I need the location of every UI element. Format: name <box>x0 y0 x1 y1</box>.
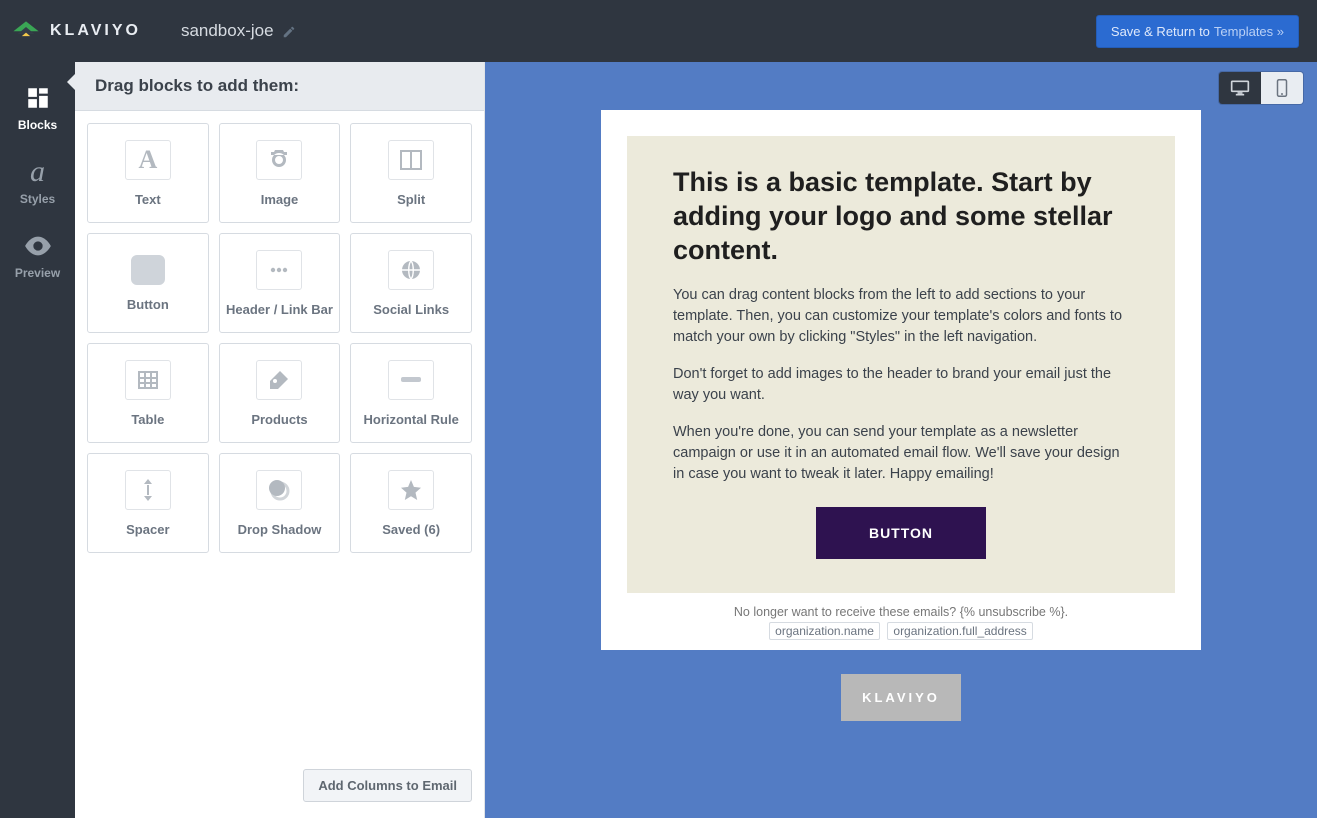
spacer-icon <box>125 470 171 510</box>
image-icon <box>256 140 302 180</box>
canvas[interactable]: This is a basic template. Start by addin… <box>485 62 1317 818</box>
brand-logo: KLAVIYO <box>12 20 141 42</box>
tile-label: Button <box>127 297 169 312</box>
tile-label: Spacer <box>126 522 169 537</box>
drop-shadow-icon <box>256 470 302 510</box>
header-link-bar-icon <box>256 250 302 290</box>
rail-item-label: Styles <box>0 192 75 206</box>
block-tile-image[interactable]: Image <box>219 123 341 223</box>
tile-label: Social Links <box>373 302 449 317</box>
org-address-chip[interactable]: organization.full_address <box>887 622 1032 640</box>
block-tile-header-link-bar[interactable]: Header / Link Bar <box>219 233 341 333</box>
block-tile-button[interactable]: Button <box>87 233 209 333</box>
text-icon: A <box>125 140 171 180</box>
view-desktop-button[interactable] <box>1219 72 1261 104</box>
left-rail: Blocks a Styles Preview <box>0 62 75 818</box>
tile-label: Horizontal Rule <box>363 412 458 427</box>
styles-icon: a <box>24 158 52 186</box>
edit-name-icon[interactable] <box>282 24 296 38</box>
top-bar: KLAVIYO sandbox-joe Save & Return to Tem… <box>0 0 1317 62</box>
view-mobile-button[interactable] <box>1261 72 1303 104</box>
tile-label: Drop Shadow <box>238 522 322 537</box>
block-tile-products[interactable]: Products <box>219 343 341 443</box>
save-return-link: Templates » <box>1214 24 1284 39</box>
email-paragraph-3: When you're done, you can send your temp… <box>673 422 1129 485</box>
products-icon <box>256 360 302 400</box>
panel-header: Drag blocks to add them: <box>75 62 484 111</box>
powered-by-badge: KLAVIYO <box>841 674 961 721</box>
email-paragraph-2: Don't forget to add images to the header… <box>673 364 1129 406</box>
tile-label: Text <box>135 192 161 207</box>
table-icon <box>125 360 171 400</box>
email-heading: This is a basic template. Start by addin… <box>673 166 1129 267</box>
block-tile-horizontal-rule[interactable]: Horizontal Rule <box>350 343 472 443</box>
block-tile-social-links[interactable]: Social Links <box>350 233 472 333</box>
unsubscribe-text: No longer want to receive these emails? … <box>627 605 1175 619</box>
template-name-text: sandbox-joe <box>181 21 274 41</box>
block-tile-spacer[interactable]: Spacer <box>87 453 209 553</box>
rail-item-label: Preview <box>0 266 75 280</box>
email-content-box[interactable]: This is a basic template. Start by addin… <box>627 136 1175 593</box>
block-tile-saved[interactable]: Saved (6) <box>350 453 472 553</box>
blocks-panel: Drag blocks to add them: A Text Image Sp… <box>75 62 485 818</box>
save-return-button[interactable]: Save & Return to Templates » <box>1096 15 1299 48</box>
tile-label: Saved (6) <box>382 522 440 537</box>
view-toggle <box>1219 72 1303 104</box>
template-name[interactable]: sandbox-joe <box>181 21 296 41</box>
brand-text: KLAVIYO <box>50 22 141 40</box>
email-paragraph-1: You can drag content blocks from the lef… <box>673 285 1129 348</box>
rail-item-label: Blocks <box>0 118 75 132</box>
email-card[interactable]: This is a basic template. Start by addin… <box>601 110 1201 650</box>
panel-footer: Add Columns to Email <box>75 757 484 818</box>
block-tile-text[interactable]: A Text <box>87 123 209 223</box>
block-tile-split[interactable]: Split <box>350 123 472 223</box>
horizontal-rule-icon <box>388 360 434 400</box>
tile-label: Header / Link Bar <box>226 302 333 317</box>
saved-icon <box>388 470 434 510</box>
email-cta-button[interactable]: BUTTON <box>816 507 986 559</box>
org-name-chip[interactable]: organization.name <box>769 622 880 640</box>
email-footer: No longer want to receive these emails? … <box>627 593 1175 640</box>
save-return-prefix: Save & Return to <box>1111 24 1210 39</box>
social-links-icon <box>388 250 434 290</box>
button-icon <box>131 255 165 285</box>
tile-label: Products <box>251 412 307 427</box>
rail-item-blocks[interactable]: Blocks <box>0 72 75 146</box>
preview-icon <box>24 232 52 260</box>
blocks-grid: A Text Image Split Button <box>75 111 484 573</box>
add-columns-button[interactable]: Add Columns to Email <box>303 769 472 802</box>
tile-label: Image <box>261 192 299 207</box>
tile-label: Table <box>131 412 164 427</box>
split-icon <box>388 140 434 180</box>
rail-item-preview[interactable]: Preview <box>0 220 75 294</box>
rail-item-styles[interactable]: a Styles <box>0 146 75 220</box>
blocks-icon <box>24 84 52 112</box>
app-body: Blocks a Styles Preview Drag blocks to a… <box>0 62 1317 818</box>
block-tile-table[interactable]: Table <box>87 343 209 443</box>
brand-mark-icon <box>12 20 40 42</box>
tile-label: Split <box>397 192 425 207</box>
block-tile-drop-shadow[interactable]: Drop Shadow <box>219 453 341 553</box>
